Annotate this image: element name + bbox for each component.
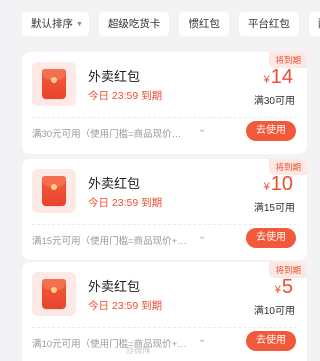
chevron-down-icon[interactable]: ⌄: [198, 231, 206, 242]
coupon-threshold: 满30可用: [253, 96, 295, 107]
red-packet-icon: [42, 176, 66, 206]
coupon-name: 外卖红包: [88, 176, 141, 191]
coupon-expiry: 今日 23:59 到期: [88, 90, 163, 102]
use-coupon-button[interactable]: 去使用: [246, 121, 296, 141]
divider: [32, 224, 297, 225]
red-packet-icon: [42, 69, 66, 99]
amount-value: 10: [270, 173, 293, 195]
divider: [32, 117, 297, 118]
coupon-expiry: 今日 23:59 到期: [88, 197, 163, 209]
chevron-down-icon[interactable]: ⌄: [198, 124, 206, 135]
caret-down-icon: ▼: [76, 21, 83, 28]
coupon-thumbnail: [32, 272, 76, 316]
coupon-amount: ¥10: [264, 173, 293, 196]
filter-chip-super-foodie-card[interactable]: 超级吃货卡: [98, 12, 170, 36]
coupon-name: 外卖红包: [88, 69, 141, 84]
coupon-threshold: 满10可用: [253, 306, 295, 317]
filter-chip-delivery-fee-red-packet[interactable]: 配送费红包: [308, 12, 320, 36]
red-packet-icon: [42, 279, 66, 309]
coupon-name: 外卖红包: [88, 279, 141, 294]
coupon-card: 将到期 外卖红包 今日 23:59 到期 ¥5 满10可用 满10元可用（使用门…: [22, 262, 307, 361]
divider: [32, 327, 297, 328]
use-coupon-button[interactable]: 去使用: [246, 228, 296, 248]
coupon-rule: 满10元可用（使用门槛=商品现价+…: [32, 339, 187, 350]
currency-symbol: ¥: [263, 181, 270, 193]
coupon-amount: ¥14: [264, 66, 293, 89]
coupon-rule: 满15元可用（使用门槛=商品现价+…: [32, 236, 187, 247]
coupon-card: 将到期 外卖红包 今日 23:59 到期 ¥10 满15可用 满15元可用（使用…: [22, 159, 307, 260]
filter-chip-habit-red-packet[interactable]: 惯红包: [179, 12, 229, 36]
coupon-expiry: 今日 23:59 到期: [88, 300, 163, 312]
coupon-thumbnail: [32, 169, 76, 213]
coupon-thumbnail: [32, 62, 76, 106]
currency-symbol: ¥: [263, 74, 270, 86]
currency-symbol: ¥: [274, 284, 281, 296]
chevron-down-icon[interactable]: ⌄: [198, 334, 206, 345]
use-coupon-button[interactable]: 去使用: [246, 331, 296, 351]
watermark: @微博: [126, 346, 151, 355]
coupon-card: 将到期 外卖红包 今日 23:59 到期 ¥14 满30可用 满30元可用（使用…: [22, 52, 307, 154]
coupon-rule: 满30元可用（使用门槛=商品现价…: [32, 129, 182, 140]
filter-bar: 默认排序▼ 超级吃货卡 惯红包 平台红包 配送费红包: [0, 0, 320, 48]
amount-value: 5: [281, 276, 293, 298]
amount-value: 14: [270, 66, 293, 88]
coupon-amount: ¥5: [275, 276, 293, 299]
sort-label: 默认排序: [31, 18, 73, 30]
coupon-threshold: 满15可用: [253, 203, 295, 214]
sort-dropdown[interactable]: 默认排序 ▼: [22, 12, 89, 36]
filter-chip-platform-red-packet[interactable]: 平台红包: [238, 12, 299, 36]
